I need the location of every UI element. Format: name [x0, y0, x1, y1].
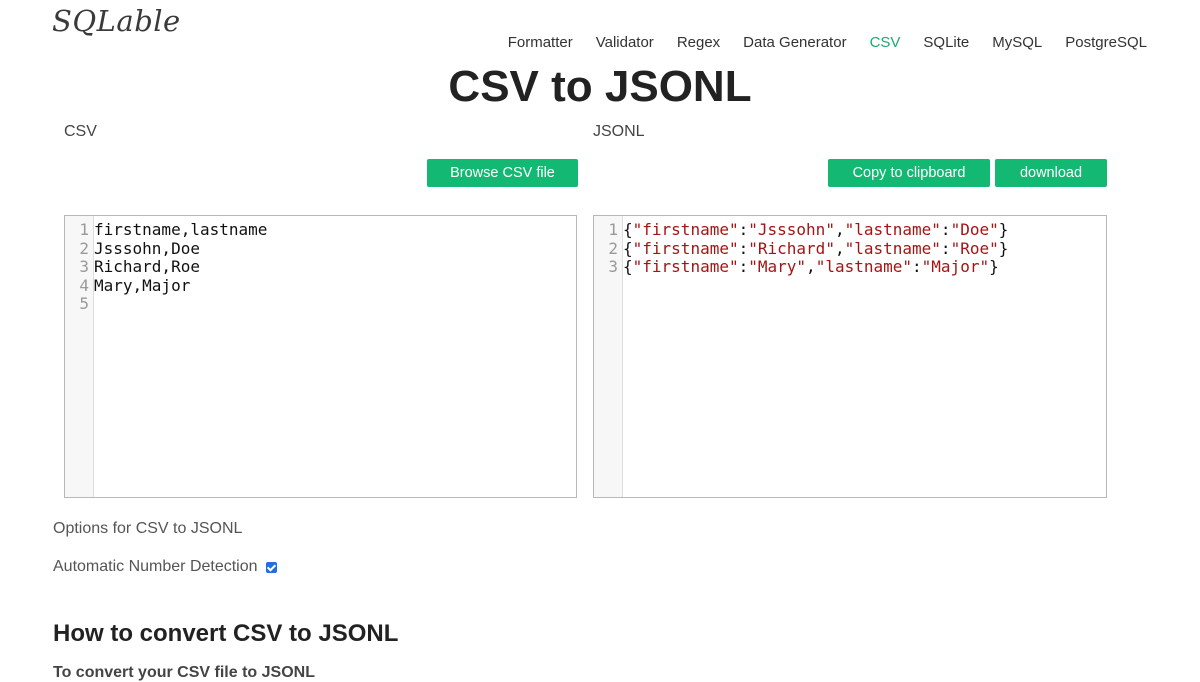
json-key: "firstname" — [632, 257, 739, 276]
json-brace: } — [998, 220, 1009, 239]
howto-intro-text: To convert your CSV file to JSONL — [53, 664, 315, 681]
json-comma: , — [834, 220, 845, 239]
csv-label: CSV — [64, 123, 97, 140]
json-key: "lastname" — [844, 220, 941, 239]
json-value: "Richard" — [748, 238, 835, 258]
json-brace: { — [623, 220, 633, 239]
line-number: 2 — [608, 238, 618, 258]
code-line: 2 Jsssohn,Doe — [65, 238, 576, 259]
page-title: CSV to JSONL — [448, 62, 752, 111]
line-number: 1 — [79, 220, 89, 239]
line-number: 4 — [79, 275, 89, 295]
json-comma: , — [806, 257, 816, 276]
json-colon: : — [738, 220, 749, 239]
auto-number-label: Automatic Number Detection — [53, 558, 258, 575]
nav-validator[interactable]: Validator — [596, 34, 654, 51]
site-logo[interactable]: SQLable — [52, 4, 181, 38]
code-text: Richard,Roe — [94, 257, 200, 276]
code-line: 3 {"firstname":"Mary","lastname":"Major"} — [594, 257, 1106, 277]
json-colon: : — [940, 238, 951, 258]
line-number: 2 — [79, 238, 89, 258]
json-value: "Major" — [921, 257, 990, 276]
code-line: 4 Mary,Major — [65, 275, 576, 296]
json-key: "firstname" — [632, 238, 739, 258]
line-number: 3 — [79, 257, 89, 276]
nav-data-generator[interactable]: Data Generator — [743, 34, 846, 51]
json-key: "firstname" — [632, 220, 739, 239]
csv-editor[interactable]: 1 firstname,lastname 2 Jsssohn,Doe 3 Richard,… — [64, 215, 577, 498]
json-brace: { — [623, 257, 633, 276]
auto-number-option: Automatic Number Detection — [53, 558, 277, 576]
json-value: "Jsssohn" — [748, 220, 835, 239]
code-text: Jsssohn,Doe — [94, 238, 200, 258]
code-text: {"firstname":"Mary","lastname":"Major"} — [623, 257, 999, 277]
jsonl-editor[interactable]: 1 {"firstname":"Jsssohn","lastname":"Doe"… — [593, 215, 1107, 498]
json-value: "Doe" — [950, 220, 999, 239]
nav-regex[interactable]: Regex — [677, 34, 720, 51]
download-button[interactable]: download — [995, 159, 1107, 187]
json-brace: } — [998, 238, 1009, 258]
nav-postgresql[interactable]: PostgreSQL — [1065, 34, 1147, 51]
auto-number-checkbox[interactable] — [265, 561, 277, 573]
json-value: "Roe" — [950, 238, 999, 258]
json-brace: } — [989, 257, 999, 276]
code-text: {"firstname":"Richard","lastname":"Roe"} — [623, 238, 1009, 259]
json-colon: : — [738, 257, 749, 276]
code-line: 1 firstname,lastname — [65, 220, 576, 240]
code-text: firstname,lastname — [94, 220, 268, 239]
howto-heading: How to convert CSV to JSONL — [53, 620, 399, 647]
json-comma: , — [834, 238, 845, 258]
copy-clipboard-button[interactable]: Copy to clipboard — [828, 159, 990, 187]
nav-formatter[interactable]: Formatter — [508, 34, 573, 51]
nav-mysql[interactable]: MySQL — [992, 34, 1042, 51]
code-text: {"firstname":"Jsssohn","lastname":"Doe"} — [623, 220, 1009, 240]
json-colon: : — [912, 257, 922, 276]
browse-csv-button[interactable]: Browse CSV file — [427, 159, 578, 187]
line-number: 5 — [79, 294, 89, 313]
line-number: 3 — [608, 257, 618, 276]
code-line: 2 {"firstname":"Richard","lastname":"Roe"… — [594, 238, 1106, 259]
json-colon: : — [940, 220, 951, 239]
code-text: Mary,Major — [94, 275, 191, 295]
code-line: 1 {"firstname":"Jsssohn","lastname":"Doe"… — [594, 220, 1106, 240]
json-value: "Mary" — [748, 257, 807, 276]
options-title: Options for CSV to JSONL — [53, 520, 243, 537]
json-key: "lastname" — [844, 238, 941, 258]
json-key: "lastname" — [815, 257, 913, 276]
nav-sqlite[interactable]: SQLite — [923, 34, 969, 51]
line-number: 1 — [608, 220, 618, 239]
code-line: 3 Richard,Roe — [65, 257, 576, 277]
nav-csv[interactable]: CSV — [870, 34, 901, 51]
code-line: 5 — [65, 294, 576, 314]
json-brace: { — [623, 238, 633, 258]
jsonl-label: JSONL — [593, 123, 645, 140]
json-colon: : — [738, 238, 749, 258]
top-nav: Formatter Validator Regex Data Generator… — [508, 34, 1147, 51]
